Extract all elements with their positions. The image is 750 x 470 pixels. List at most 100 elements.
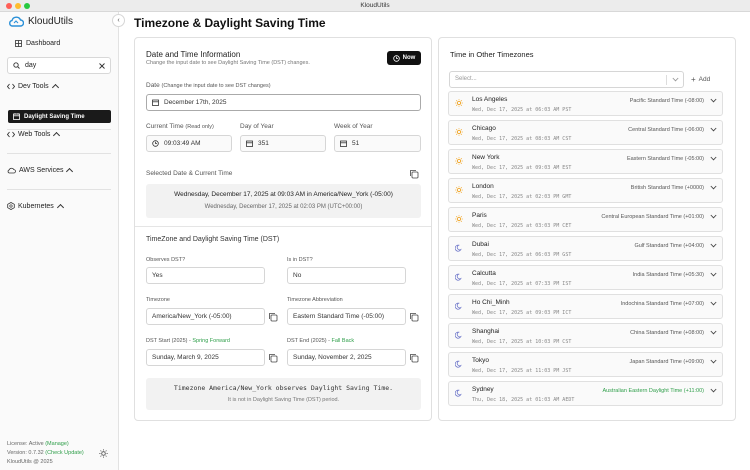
chevron-down-icon[interactable] [710,214,717,219]
window-title: KloudUtils [360,2,390,9]
timezone-select[interactable]: Select... [449,71,684,88]
chevron-down-icon[interactable] [710,330,717,335]
timezone-city: Shanghai [472,328,500,335]
calendar-icon [13,113,20,120]
timezone-city: London [472,183,494,190]
dst-end-label: DST End (2025) - Fall Back [287,338,354,344]
clock-icon [392,54,400,62]
dst-end-label-text: DST End (2025) - [287,338,331,344]
moon-icon [454,273,463,283]
check-update-link[interactable]: (Check Update) [45,450,84,456]
maximize-window-button[interactable] [24,3,30,9]
timezone-row[interactable]: Dubai Wed, Dec 17, 2025 at 06:03 PM GST Gu… [448,236,723,261]
day-of-year-label: Day of Year [240,123,274,130]
kubernetes-icon [7,202,15,210]
dst-start-label: DST Start (2025) - Spring Forward [146,338,230,344]
timezone-city: Dubai [472,241,489,248]
calendar-icon [246,140,253,147]
copy-dst-start-icon[interactable] [268,353,278,363]
timezone-row[interactable]: Ho Chi_Minh Wed, Dec 17, 2025 at 09:03 PM… [448,294,723,319]
week-of-year-field: 51 [334,135,421,152]
moon-icon [454,244,463,254]
current-time-label-text: Current Time [146,123,184,130]
timezone-city: Sydney [472,386,494,393]
sidebar-group-web-tools[interactable]: Web Tools [7,130,61,140]
fall-back-tag: Fall Back [331,338,355,344]
collapse-sidebar-button[interactable]: ‹ [112,14,125,27]
chevron-down-icon[interactable] [710,388,717,393]
search-value: day [25,62,37,69]
chevron-down-icon[interactable] [710,156,717,161]
license-status: License: Active [7,441,44,447]
chevron-down-icon[interactable] [710,185,717,190]
timezone-row[interactable]: Shanghai Wed, Dec 17, 2025 at 10:03 PM CS… [448,323,723,348]
timezone-row[interactable]: Calcutta Wed, Dec 17, 2025 at 07:33 PM IS… [448,265,723,290]
clear-search-icon[interactable] [99,62,105,69]
chevron-down-icon[interactable] [710,272,717,277]
chevron-down-icon[interactable] [710,98,717,103]
sidebar-group-kubernetes[interactable]: Kubernetes [7,202,64,212]
observes-dst-label: Observes DST? [146,257,186,263]
day-of-year-field: 351 [240,135,326,152]
timezone-field[interactable]: America/New_York (-05:00) [146,308,265,325]
sidebar-item-daylight-saving-time[interactable]: Daylight Saving Time [8,110,111,123]
timezone-city: Chicago [472,125,496,132]
cloud-logo-icon [9,16,24,27]
chevron-down-icon[interactable] [710,243,717,248]
moon-icon [454,302,463,312]
copy-abbrev-icon[interactable] [409,312,419,322]
moon-icon [454,360,463,370]
dst-summary-box: Timezone America/New_York observes Dayli… [146,378,421,410]
chevron-up-icon [66,167,74,176]
minimize-window-button[interactable] [15,3,21,9]
week-of-year-label: Week of Year [334,123,373,130]
sidebar-group-aws-services[interactable]: AWS Services [7,166,74,176]
sidebar-group-dev-tools[interactable]: Dev Tools [7,82,59,92]
chevron-down-icon[interactable] [710,301,717,306]
copy-timezone-icon[interactable] [268,312,278,322]
copy-dst-end-icon[interactable] [409,353,419,363]
now-button[interactable]: Now [387,51,421,65]
dst-summary-line2: It is not in Daylight Saving Time (DST) … [227,397,340,403]
code-icon [7,83,15,89]
timezone-row[interactable]: New York Wed, Dec 17, 2025 at 09:03 AM ES… [448,149,723,174]
grid-icon [15,40,22,47]
sidebar-item-dashboard[interactable]: Dashboard [15,40,60,47]
sun-icon [455,128,463,138]
timezone-row[interactable]: Tokyo Wed, Dec 17, 2025 at 11:03 PM JST Ja… [448,352,723,377]
timezone-city: Calcutta [472,270,496,277]
sidebar-group-label: Web Tools [18,130,51,138]
add-timezone-button[interactable]: + Add [691,75,710,84]
sidebar-search-input[interactable]: day [7,57,111,74]
timezone-row[interactable]: London Wed, Dec 17, 2025 at 02:03 PM GMT B… [448,178,723,203]
timezone-time: Thu, Dec 18, 2025 at 01:03 AM AEDT [472,397,575,403]
page-title: Timezone & Daylight Saving Time [134,16,326,30]
theme-toggle-icon[interactable] [99,449,108,458]
timezone-row[interactable]: Los Angeles Wed, Dec 17, 2025 at 06:03 AM… [448,91,723,116]
dst-start-label-text: DST Start (2025) - [146,338,191,344]
timezone-time: Wed, Dec 17, 2025 at 11:03 PM JST [472,368,572,374]
timezone-row[interactable]: Sydney Thu, Dec 18, 2025 at 01:03 AM AEDT… [448,381,723,406]
now-button-label: Now [402,55,416,61]
timezone-standard: Central Standard Time (-06:00) [628,127,704,133]
copy-icon[interactable] [409,169,419,179]
current-time-value: 09:03:49 AM [164,140,201,147]
close-window-button[interactable] [6,3,12,9]
window-controls[interactable] [6,3,30,9]
sidebar-divider [7,153,111,154]
timezone-row[interactable]: Paris Wed, Dec 17, 2025 at 03:03 PM CET Ce… [448,207,723,232]
timezone-time: Wed, Dec 17, 2025 at 10:03 PM CST [472,339,572,345]
manage-license-link[interactable]: (Manage) [45,441,69,447]
chevron-down-icon[interactable] [710,127,717,132]
calendar-icon [152,99,159,106]
date-input[interactable]: December 17th, 2025 [146,94,421,111]
selected-date-label: Selected Date & Current Time [146,170,233,177]
app-logo[interactable]: KloudUtils [8,15,73,27]
chevron-down-icon[interactable] [710,359,717,364]
timezone-row[interactable]: Chicago Wed, Dec 17, 2025 at 08:03 AM CST… [448,120,723,145]
chevron-up-icon [51,83,59,92]
spring-forward-tag: Spring Forward [192,338,230,344]
date-hint: (Change the input date to see DST change… [161,83,271,89]
sidebar-group-label: AWS Services [19,166,64,174]
sidebar-group-label: Kubernetes [18,202,54,210]
